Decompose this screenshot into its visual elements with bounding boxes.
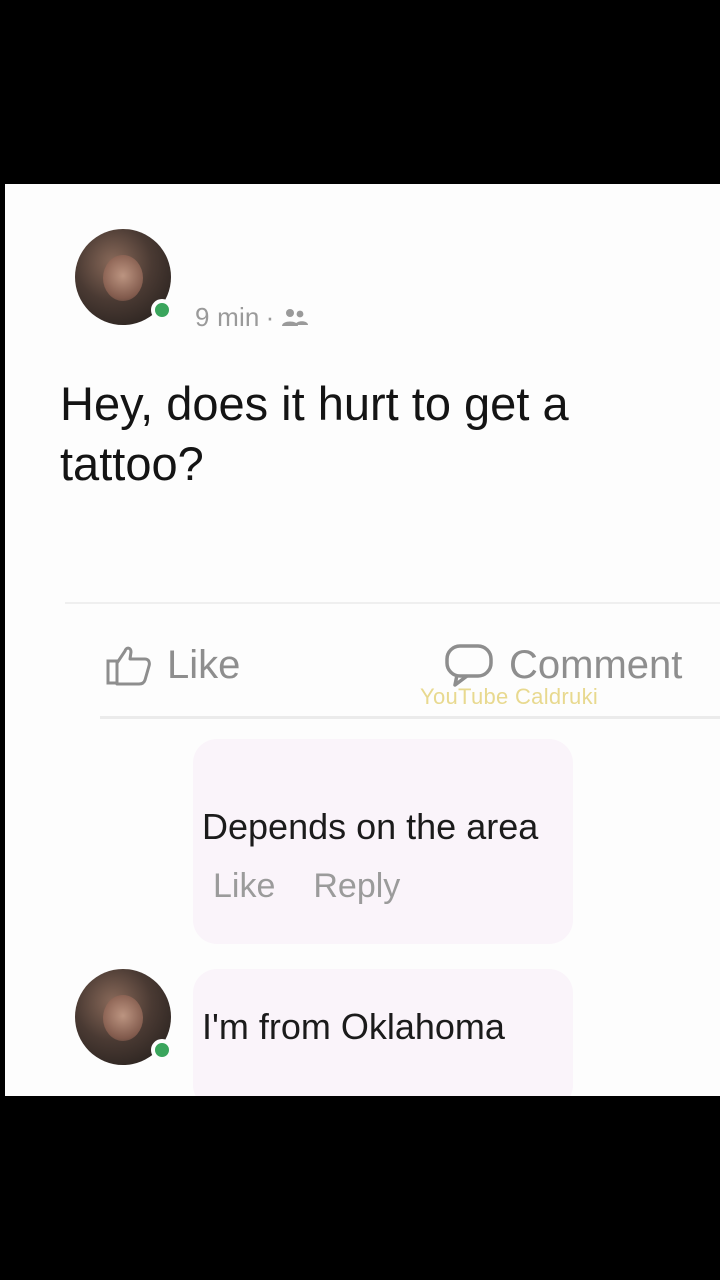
comment-label: Comment bbox=[509, 642, 683, 687]
comment-reply-link[interactable]: Reply bbox=[313, 867, 400, 905]
post-meta: 9 min · bbox=[195, 302, 310, 333]
avatar[interactable] bbox=[75, 969, 173, 1065]
like-label: Like bbox=[167, 642, 241, 687]
watermark: YouTube Caldruki bbox=[420, 684, 599, 709]
post-text: Hey, does it hurt to get a tattoo? bbox=[60, 377, 569, 490]
divider bbox=[100, 716, 720, 719]
divider bbox=[65, 602, 720, 604]
comment-icon bbox=[445, 644, 493, 687]
comment-actions: Like Reply bbox=[213, 867, 438, 906]
like-button[interactable]: Like bbox=[105, 640, 240, 690]
comment-text: Depends on the area bbox=[202, 806, 539, 847]
comment-like-link[interactable]: Like bbox=[213, 867, 275, 905]
friends-icon bbox=[282, 309, 309, 326]
avatar-face bbox=[103, 255, 143, 301]
online-status-dot bbox=[151, 1039, 173, 1061]
online-status-dot bbox=[151, 299, 173, 321]
meta-separator: · bbox=[265, 302, 275, 332]
avatar-face bbox=[103, 995, 143, 1041]
post-screen: 9 min · Hey, does it hurt to get a tattoo… bbox=[5, 184, 720, 1096]
avatar[interactable] bbox=[75, 229, 173, 325]
comment-button[interactable]: Comment bbox=[443, 640, 682, 690]
reply-text: I'm from Oklahoma bbox=[202, 1006, 505, 1047]
thumbs-up-icon bbox=[106, 646, 151, 686]
post-time[interactable]: 9 min bbox=[195, 302, 260, 332]
